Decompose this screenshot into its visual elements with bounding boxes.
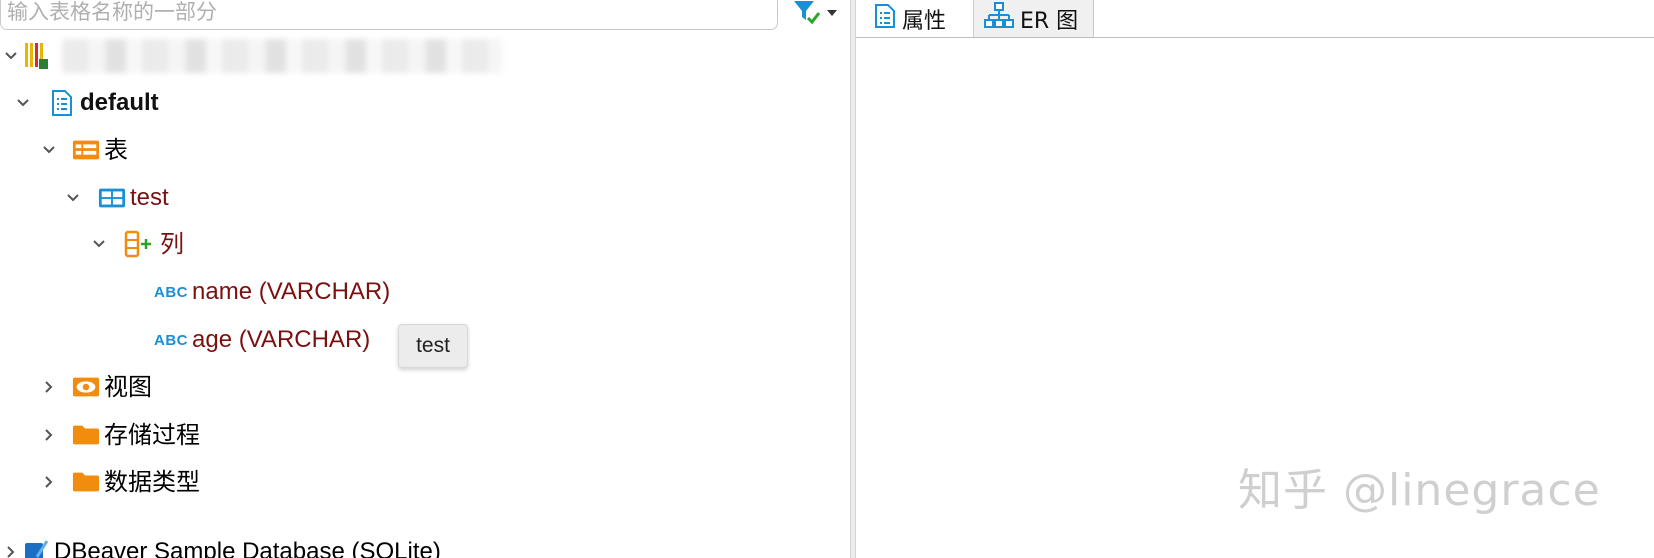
chevron-down-icon[interactable] (88, 233, 110, 255)
folder-icon (72, 468, 100, 496)
chevron-right-icon[interactable] (38, 376, 60, 398)
columns-folder-icon (124, 230, 156, 258)
editor-tab-strip: 属性 ER 图 (856, 0, 1654, 38)
procedures-folder-label: 存储过程 (104, 421, 200, 449)
tree-item-columns-folder[interactable]: 列 (88, 222, 184, 266)
tree-item-table-test[interactable]: test (62, 176, 169, 220)
er-diagram-icon (984, 1, 1014, 37)
chevron-down-icon[interactable] (12, 92, 34, 114)
tab-er-diagram-label: ER 图 (1020, 8, 1079, 34)
tree-item-datatypes-folder[interactable]: 数据类型 (38, 460, 200, 504)
filter-bar (0, 0, 850, 34)
filter-config-button[interactable] (792, 0, 844, 28)
datatypes-folder-label: 数据类型 (104, 468, 200, 496)
sample-database-label: DBeaver Sample Database (SQLite) (54, 538, 441, 558)
tree-item-tables-folder[interactable]: 表 (38, 128, 128, 172)
columns-folder-label: 列 (160, 230, 184, 258)
varchar-type-icon: ABC (154, 283, 188, 301)
tree-item-column[interactable]: ABC name (VARCHAR) (154, 270, 390, 314)
connection-label-redacted (62, 39, 502, 73)
views-folder-icon (72, 373, 100, 401)
watermark: 知乎 @linegrace (1238, 465, 1601, 516)
views-folder-label: 视图 (104, 373, 152, 401)
table-label: test (130, 184, 169, 211)
tab-properties[interactable]: 属性 (864, 0, 974, 37)
dropdown-arrow-icon (826, 5, 838, 23)
database-connection-icon (22, 42, 50, 70)
tab-er-diagram[interactable]: ER 图 (974, 0, 1094, 37)
tables-folder-label: 表 (104, 136, 128, 164)
filter-icon (792, 0, 822, 31)
tree-item-column[interactable]: ABC age (VARCHAR) (154, 318, 370, 362)
chevron-right-icon[interactable] (38, 424, 60, 446)
table-filter-input[interactable] (0, 0, 778, 30)
tree-item-schema[interactable]: default (12, 81, 159, 125)
tree-item-views-folder[interactable]: 视图 (38, 365, 152, 409)
tables-folder-icon (72, 136, 100, 164)
chevron-right-icon[interactable] (0, 541, 22, 558)
tree-item-connection[interactable] (0, 34, 502, 78)
table-icon (98, 184, 126, 212)
tooltip: test (398, 324, 468, 368)
folder-icon (72, 421, 100, 449)
sqlite-icon (22, 538, 50, 558)
chevron-down-icon[interactable] (38, 139, 60, 161)
tab-properties-label: 属性 (902, 8, 947, 34)
column-label: name (VARCHAR) (192, 278, 391, 305)
chevron-down-icon[interactable] (62, 187, 84, 209)
chevron-down-icon[interactable] (0, 45, 22, 67)
tree-item-procedures-folder[interactable]: 存储过程 (38, 413, 200, 457)
varchar-type-icon: ABC (154, 331, 188, 349)
chevron-right-icon[interactable] (38, 471, 60, 493)
column-label: age (VARCHAR) (192, 326, 371, 353)
schema-label: default (80, 89, 159, 116)
tree-item-sample-database[interactable]: DBeaver Sample Database (SQLite) (0, 530, 441, 558)
database-navigator: default 表 test (0, 0, 850, 558)
properties-icon (874, 3, 896, 35)
schema-icon (48, 89, 76, 117)
